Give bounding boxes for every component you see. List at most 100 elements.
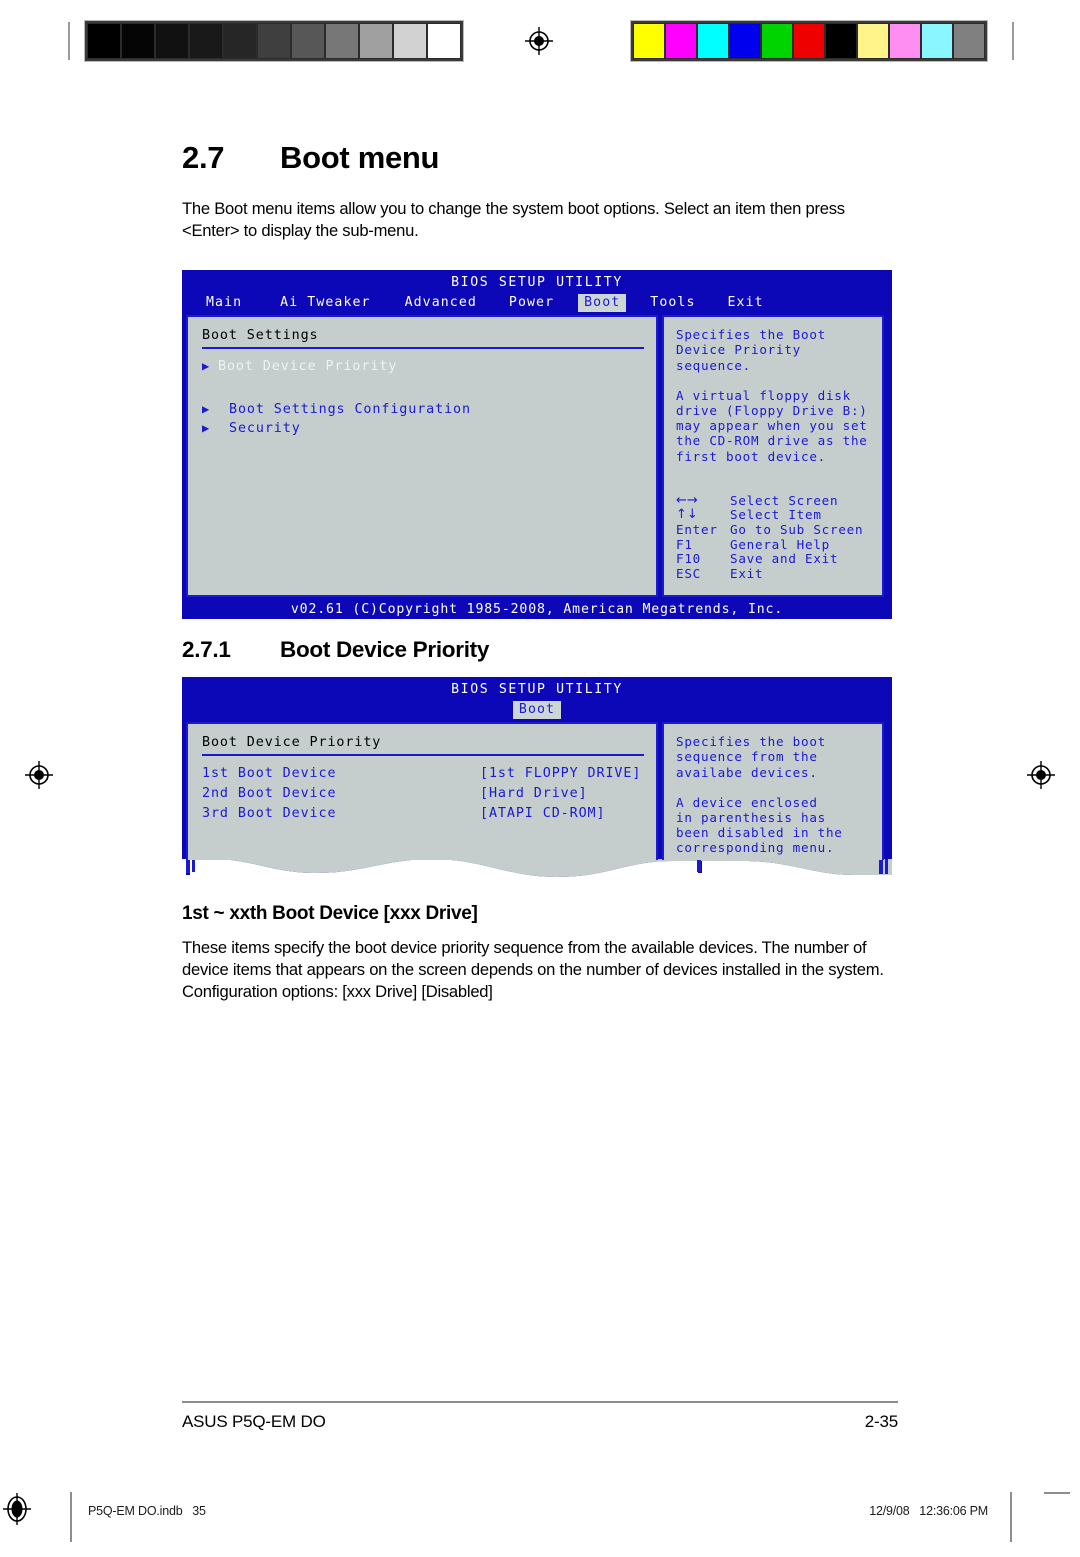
bios-menu-item-advanced[interactable]: Advanced <box>399 294 483 312</box>
key-legend-row-enter: Enter Go to Sub Screen <box>676 521 872 538</box>
bios-key-legend: ←→ Select Screen ↑↓ Select Item Enter Go… <box>676 492 872 582</box>
page-footer: ASUS P5Q-EM DO 2-35 <box>182 1401 898 1432</box>
bios-panel-heading: Boot Settings <box>202 328 319 344</box>
gray-patch-1 <box>121 23 155 59</box>
color-calibration-bar <box>630 20 988 62</box>
bios-help-paragraph-2: A device enclosed in parenthesis has bee… <box>676 794 843 856</box>
grayscale-step-wedge <box>84 20 464 62</box>
bios-menu-item-boot[interactable]: Boot <box>512 701 562 720</box>
bios-menu-item-ai-tweaker[interactable]: Ai Tweaker <box>274 294 376 312</box>
bios-menu-item-power[interactable]: Power <box>503 294 560 312</box>
bios-menu-bar: Boot <box>182 699 892 720</box>
key-legend-action: Select Screen <box>730 492 839 508</box>
print-footer-timestamp: 12/9/08 12:36:06 PM <box>869 1504 988 1518</box>
gray-patch-9 <box>393 23 427 59</box>
subsection-title: Boot Device Priority <box>280 637 490 663</box>
bios-row-2nd-boot-device[interactable]: 2nd Boot Device [Hard Drive] <box>202 784 644 804</box>
bios-option-label: Security <box>229 421 301 437</box>
item-body-paragraph: These items specify the boot device prio… <box>182 938 884 1002</box>
color-patch-0 <box>633 23 665 59</box>
bios-menu-bar: Main Ai Tweaker Advanced Power Boot Tool… <box>182 292 892 313</box>
subsection-heading: 2.7.1 Boot Device Priority <box>182 637 898 663</box>
screenshot-torn-edge <box>182 859 892 890</box>
gray-patch-2 <box>155 23 189 59</box>
arrow-up-down-icon: ↑↓ <box>676 507 698 523</box>
bios-row-3rd-boot-device[interactable]: 3rd Boot Device [ATAPI CD-ROM] <box>202 804 644 824</box>
bios-title: BIOS SETUP UTILITY <box>451 275 623 291</box>
key-legend-row-esc: ESC Exit <box>676 565 872 582</box>
trim-bar-bottom-right <box>1010 1492 1012 1542</box>
bios-help-paragraph-2: A virtual floppy disk drive (Floppy Driv… <box>676 387 868 464</box>
color-patch-10 <box>953 23 985 59</box>
footer-page-number: 2-35 <box>864 1412 898 1431</box>
bios-option-label: Boot Settings Configuration <box>229 402 471 418</box>
bios-help-panel: Specifies the Boot Device Priority seque… <box>662 315 884 598</box>
color-patch-5 <box>793 23 825 59</box>
triangle-right-icon: ▶ <box>202 421 210 436</box>
key-legend-action: Select Item <box>730 507 822 523</box>
print-footer-file: P5Q-EM DO.indb 35 <box>88 1504 206 1518</box>
bios-screenshot-boot-device-priority: BIOS SETUP UTILITY Boot Boot Device Prio… <box>182 677 892 890</box>
color-patch-9 <box>921 23 953 59</box>
manual-page: 2.7 Boot menu The Boot menu items allow … <box>0 0 1080 1557</box>
gray-patch-7 <box>325 23 359 59</box>
arrow-left-right-icon: ←→ <box>676 492 698 508</box>
key-legend-action: General Help <box>730 536 830 552</box>
color-patch-6 <box>825 23 857 59</box>
bios-screenshot-boot-menu: BIOS SETUP UTILITY Main Ai Tweaker Advan… <box>182 270 892 620</box>
bios-settings-panel: Boot Settings ▶ Boot Device Priority ▶ B… <box>186 315 658 598</box>
bios-help-paragraph-1: Specifies the Boot Device Priority seque… <box>676 327 826 373</box>
registration-target-icon-right <box>1026 760 1056 790</box>
color-patch-7 <box>857 23 889 59</box>
footer-divider <box>182 1401 898 1403</box>
footer-product-name: ASUS P5Q-EM DO <box>182 1412 326 1431</box>
color-patch-2 <box>697 23 729 59</box>
subsection-number: 2.7.1 <box>182 637 231 663</box>
device-value: [Hard Drive] <box>480 786 588 802</box>
bios-title: BIOS SETUP UTILITY <box>451 682 623 698</box>
registration-target-icon <box>524 26 554 56</box>
bios-menu-item-boot[interactable]: Boot <box>578 294 627 313</box>
key-legend-key: ESC <box>676 565 701 581</box>
help-spacer <box>676 373 872 388</box>
bios-menu-item-main[interactable]: Main <box>200 294 248 312</box>
trim-bar-bottom-left <box>70 1492 72 1542</box>
bios-row-1st-boot-device[interactable]: 1st Boot Device [1st FLOPPY DRIVE] <box>202 764 644 784</box>
device-label: 3rd Boot Device <box>202 806 337 822</box>
section-title: Boot menu <box>280 140 440 175</box>
key-legend-key: F1 <box>676 536 693 552</box>
key-legend-row-select-item: ↑↓ Select Item <box>676 508 872 523</box>
page-content: 2.7 Boot menu The Boot menu items allow … <box>182 140 898 1031</box>
bios-option-boot-device-priority[interactable]: ▶ Boot Device Priority <box>202 357 644 376</box>
gray-patch-6 <box>291 23 325 59</box>
triangle-right-icon: ▶ <box>202 359 210 374</box>
bios-body: Boot Settings ▶ Boot Device Priority ▶ B… <box>182 312 892 600</box>
bios-option-security[interactable]: ▶ Security <box>202 419 644 438</box>
section-number: 2.7 <box>182 140 225 175</box>
key-legend-action: Exit <box>730 565 764 581</box>
option-spacer <box>202 376 644 400</box>
panel-divider <box>202 347 644 350</box>
key-legend-key: F10 <box>676 551 701 567</box>
print-calibration-strip <box>0 18 1080 62</box>
device-label: 2nd Boot Device <box>202 786 337 802</box>
bios-menu-item-exit[interactable]: Exit <box>721 294 769 312</box>
device-value: [1st FLOPPY DRIVE] <box>480 766 642 782</box>
print-production-footer: P5Q-EM DO.indb 35 12/9/08 12:36:06 PM <box>0 1492 1080 1552</box>
gray-patch-8 <box>359 23 393 59</box>
gray-patch-4 <box>223 23 257 59</box>
color-patch-4 <box>761 23 793 59</box>
gray-patch-10 <box>427 23 461 59</box>
key-legend-key: Enter <box>676 521 718 537</box>
bios-body: Boot Device Priority 1st Boot Device [1s… <box>182 719 892 861</box>
bios-option-boot-settings-configuration[interactable]: ▶ Boot Settings Configuration <box>202 400 644 419</box>
key-legend-row-f1: F1 General Help <box>676 536 872 553</box>
item-heading: 1st ~ xxth Boot Device [xxx Drive] <box>182 903 478 925</box>
bios-menu-item-tools[interactable]: Tools <box>644 294 701 312</box>
trim-bar-left <box>68 22 70 60</box>
key-legend-row-f10: F10 Save and Exit <box>676 552 872 567</box>
key-legend-action: Go to Sub Screen <box>730 521 864 537</box>
bios-help-paragraph-1: Specifies the boot sequence from the ava… <box>676 734 826 780</box>
color-patch-8 <box>889 23 921 59</box>
device-value: [ATAPI CD-ROM] <box>480 806 606 822</box>
